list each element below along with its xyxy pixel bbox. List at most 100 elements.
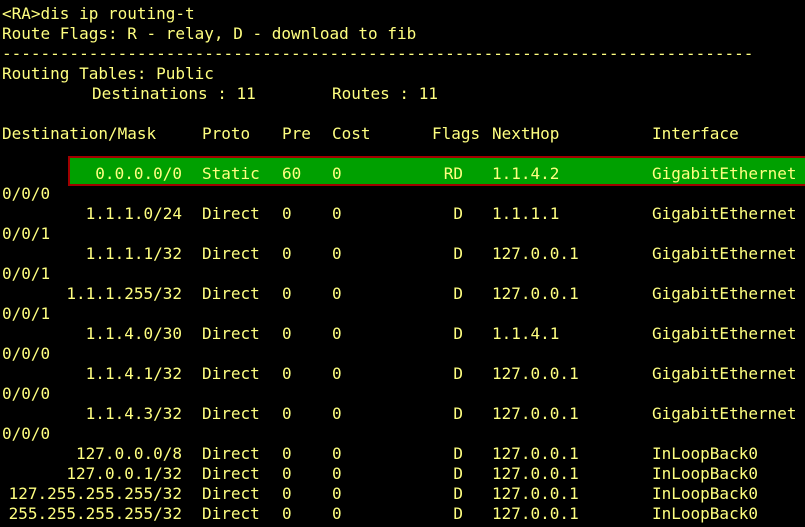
- row-interface: GigabitEthernet: [652, 284, 797, 303]
- row-cost: 0: [332, 324, 342, 343]
- table-row: 1.1.1.0/24 Direct 0 0 D 1.1.1.1 GigabitEtherne…: [0, 204, 805, 224]
- row-interface: GigabitEthernet: [652, 404, 797, 423]
- row-nexthop: 1.1.1.1: [492, 204, 560, 223]
- row-nexthop: 127.0.0.1: [492, 284, 579, 303]
- row-proto: Direct: [202, 364, 260, 383]
- row-flags: D: [453, 484, 463, 503]
- row-nexthop: 127.0.0.1: [492, 464, 579, 483]
- row-cost: 0: [332, 364, 342, 383]
- row-flags: RD: [443, 164, 463, 183]
- row-pre: 0: [282, 464, 292, 483]
- row-flags: D: [453, 204, 463, 223]
- routes-count: Routes : 11: [332, 84, 438, 103]
- row-cost: 0: [332, 484, 342, 503]
- row-destination: 1.1.4.3/32: [85, 404, 182, 423]
- row-nexthop: 127.0.0.1: [492, 444, 579, 463]
- row-proto: Direct: [202, 404, 260, 423]
- table-row: 255.255.255.255/32 Direct 0 0 D 127.0.0.1 InLo…: [0, 504, 805, 524]
- row-interface: GigabitEthernet: [652, 164, 797, 183]
- interface-continuation: 0/0/0: [2, 184, 51, 203]
- row-flags: D: [453, 324, 463, 343]
- row-pre: 0: [282, 484, 292, 503]
- row-pre: 0: [282, 504, 292, 523]
- table-row: 127.0.0.1/32 Direct 0 0 D 127.0.0.1 InLoopBack…: [0, 464, 805, 484]
- row-destination: 1.1.1.0/24: [85, 204, 182, 223]
- row-pre: 0: [282, 444, 292, 463]
- row-cost: 0: [332, 464, 342, 483]
- table-row: 127.255.255.255/32 Direct 0 0 D 127.0.0.1 InLo…: [0, 484, 805, 504]
- row-destination: 127.255.255.255/32: [8, 484, 182, 503]
- row-destination: 1.1.1.255/32: [66, 284, 182, 303]
- row-proto: Direct: [202, 444, 260, 463]
- header-flags: Flags: [432, 124, 481, 143]
- row-cost: 0: [332, 504, 342, 523]
- row-pre: 0: [282, 244, 292, 263]
- interface-continuation: 0/0/1: [2, 264, 51, 283]
- row-pre: 0: [282, 404, 292, 423]
- row-interface: GigabitEthernet: [652, 244, 797, 263]
- row-destination: 1.1.1.1/32: [85, 244, 182, 263]
- row-destination: 255.255.255.255/32: [8, 504, 182, 523]
- route-flags-legend: Route Flags: R - relay, D - download to …: [2, 24, 417, 43]
- interface-continuation: 0/0/0: [2, 344, 51, 363]
- destinations-count: Destinations : 11: [92, 84, 256, 103]
- row-flags: D: [453, 284, 463, 303]
- routing-tables-title: Routing Tables: Public: [2, 64, 214, 83]
- table-row: 0.0.0.0/0 Static 60 0 RD 1.1.4.2 GigabitEthern…: [0, 164, 805, 184]
- row-interface: InLoopBack0: [652, 504, 758, 523]
- row-pre: 0: [282, 324, 292, 343]
- row-pre: 0: [282, 284, 292, 303]
- row-cost: 0: [332, 244, 342, 263]
- row-interface: InLoopBack0: [652, 484, 758, 503]
- row-pre: 60: [282, 164, 302, 183]
- row-proto: Direct: [202, 464, 260, 483]
- row-flags: D: [453, 464, 463, 483]
- header-destination: Destination/Mask: [2, 124, 157, 143]
- interface-continuation: 0/0/0: [2, 384, 51, 403]
- row-cost: 0: [332, 204, 342, 223]
- row-nexthop: 127.0.0.1: [492, 484, 579, 503]
- table-row: 1.1.4.0/30 Direct 0 0 D 1.1.4.1 GigabitEtherne…: [0, 324, 805, 344]
- row-flags: D: [453, 404, 463, 423]
- row-nexthop: 1.1.4.1: [492, 324, 560, 343]
- header-cost: Cost: [332, 124, 371, 143]
- row-pre: 0: [282, 364, 292, 383]
- row-flags: D: [453, 364, 463, 383]
- header-proto: Proto: [202, 124, 251, 143]
- row-proto: Direct: [202, 484, 260, 503]
- row-interface: GigabitEthernet: [652, 364, 797, 383]
- row-interface: InLoopBack0: [652, 464, 758, 483]
- row-nexthop: 127.0.0.1: [492, 244, 579, 263]
- terminal-window[interactable]: <RA>dis ip routing-t Route Flags: R - re…: [0, 0, 805, 527]
- row-interface: GigabitEthernet: [652, 204, 797, 223]
- interface-continuation: 0/0/1: [2, 304, 51, 323]
- row-proto: Direct: [202, 284, 260, 303]
- row-cost: 0: [332, 404, 342, 423]
- row-destination: 1.1.4.1/32: [85, 364, 182, 383]
- table-row: 1.1.4.1/32 Direct 0 0 D 127.0.0.1 GigabitEther…: [0, 364, 805, 384]
- header-interface: Interface: [652, 124, 739, 143]
- table-row: 127.0.0.0/8 Direct 0 0 D 127.0.0.1 InLoopBack0: [0, 444, 805, 464]
- row-nexthop: 127.0.0.1: [492, 504, 579, 523]
- table-header-row: Destination/Mask Proto Pre Cost Flags Ne…: [0, 124, 805, 144]
- table-row: 1.1.1.1/32 Direct 0 0 D 127.0.0.1 GigabitEther…: [0, 244, 805, 264]
- row-destination: 127.0.0.1/32: [66, 464, 182, 483]
- row-flags: D: [453, 244, 463, 263]
- row-pre: 0: [282, 204, 292, 223]
- interface-continuation: 0/0/0: [2, 424, 51, 443]
- row-nexthop: 127.0.0.1: [492, 404, 579, 423]
- header-pre: Pre: [282, 124, 311, 143]
- row-interface: InLoopBack0: [652, 444, 758, 463]
- row-flags: D: [453, 504, 463, 523]
- interface-continuation: 0/0/1: [2, 224, 51, 243]
- separator-line: ----------------------------------------…: [2, 44, 754, 63]
- row-nexthop: 1.1.4.2: [492, 164, 560, 183]
- row-nexthop: 127.0.0.1: [492, 364, 579, 383]
- row-destination: 0.0.0.0/0: [95, 164, 182, 183]
- row-destination: 1.1.4.0/30: [85, 324, 182, 343]
- command-prompt-line: <RA>dis ip routing-t: [2, 4, 195, 23]
- row-proto: Direct: [202, 244, 260, 263]
- row-interface: GigabitEthernet: [652, 324, 797, 343]
- table-row: 1.1.4.3/32 Direct 0 0 D 127.0.0.1 GigabitEther…: [0, 404, 805, 424]
- row-proto: Direct: [202, 504, 260, 523]
